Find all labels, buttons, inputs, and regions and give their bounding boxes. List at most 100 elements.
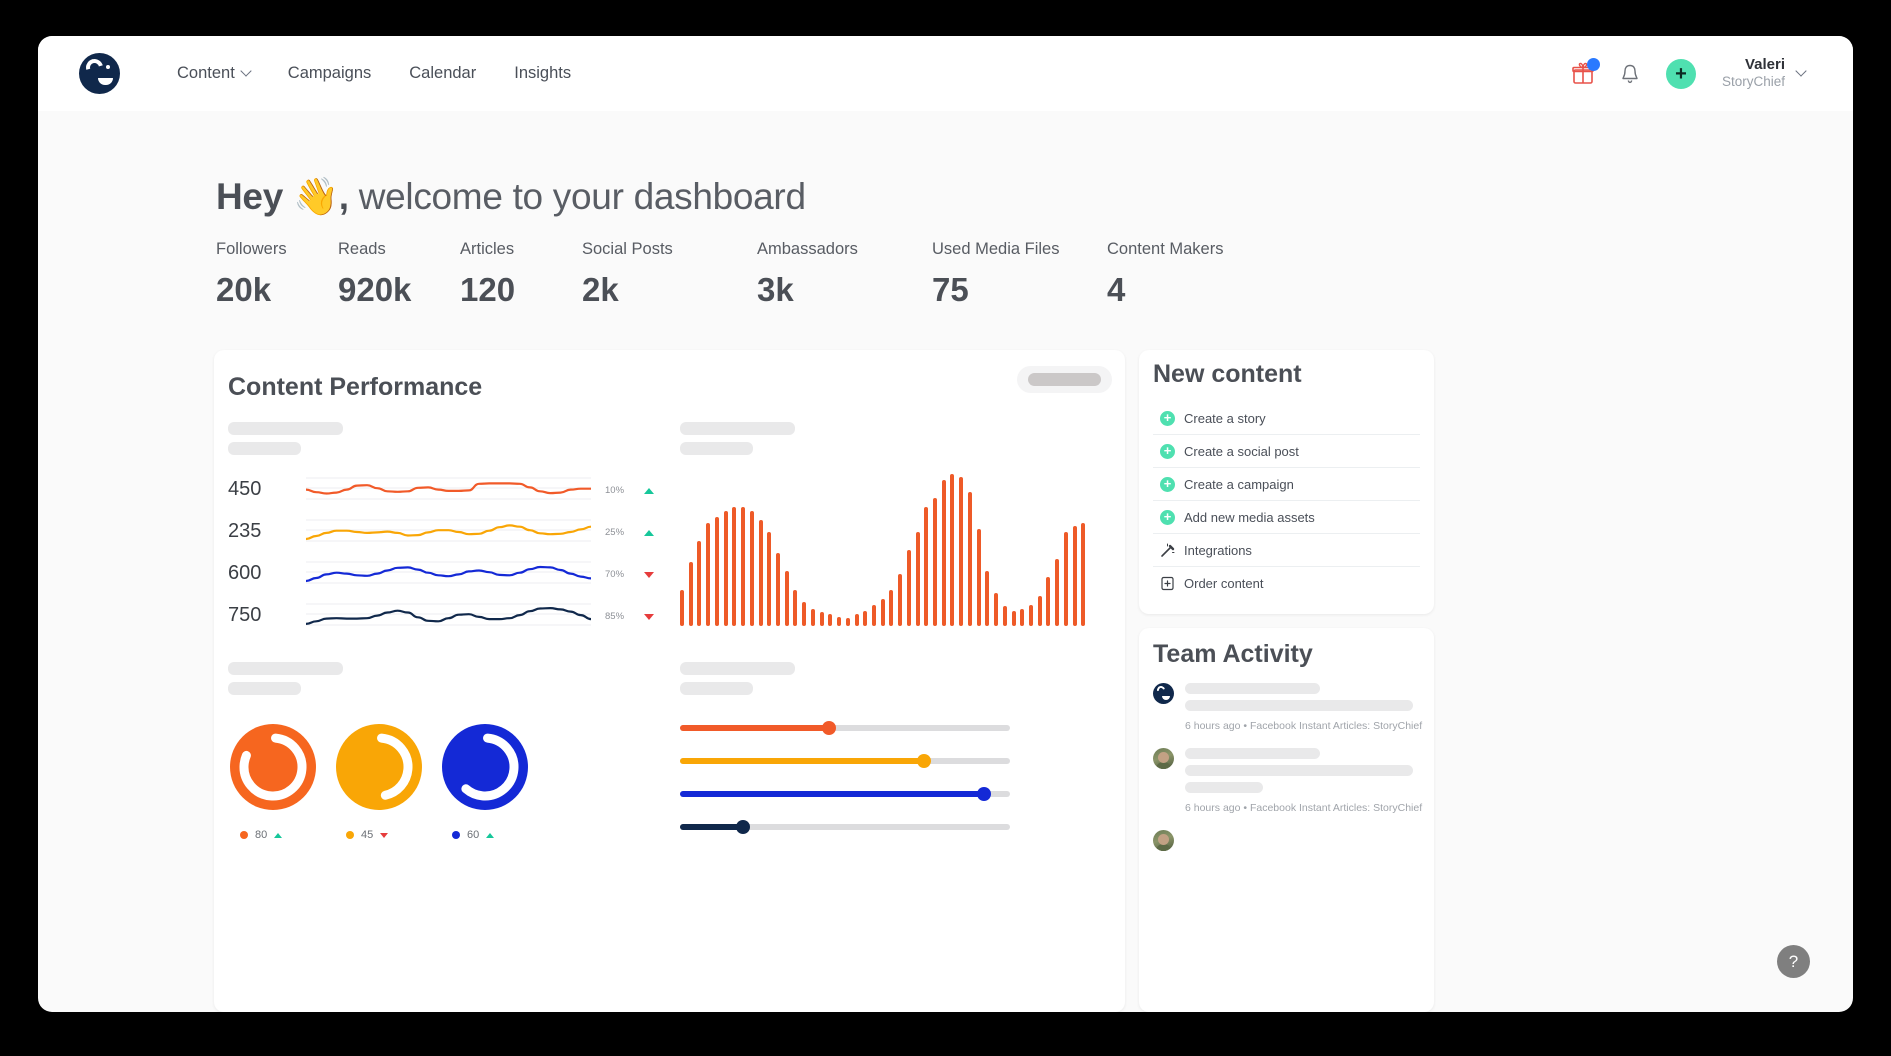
bar [1064,532,1068,626]
progress-slider[interactable] [680,823,1010,831]
sparkline-chart [306,474,591,504]
activity-meta: 6 hours ago • Facebook Instant Articles:… [1185,802,1423,814]
donut-value: 60 [467,829,479,841]
new-content-list: + Create a story +Create a social post+Cre… [1153,402,1420,600]
stat-label: Social Posts [582,240,757,259]
stat-value: 75 [932,271,1107,309]
user-name: Valeri [1722,56,1785,75]
user-menu[interactable]: Valeri StoryChief [1722,56,1805,92]
new-content-item[interactable]: +Add new media assets [1153,501,1420,534]
bar [1038,596,1042,626]
new-content-item[interactable]: Integrations [1153,534,1420,567]
top-navbar: Content Campaigns Calendar Insights [38,36,1853,111]
bar [811,609,815,626]
bar [950,474,954,626]
sparklines-panel: 45010%23525%60070%75085% [228,416,668,646]
date-range-selector[interactable] [1017,366,1112,393]
donut-chart [442,724,528,810]
team-activity-item[interactable]: 6 hours ago • Facebook Instant Articles:… [1153,748,1423,814]
create-new-button[interactable]: + [1666,59,1696,89]
skeleton-line [1185,683,1320,694]
donut-legend: 45 [346,829,438,841]
bar [898,574,902,626]
bar [828,614,832,626]
bar-chart [680,474,1090,626]
card-title: Team Activity [1153,640,1313,669]
sparkline-value-label: 235 [228,520,283,543]
nav-item-campaigns[interactable]: Campaigns [288,64,371,83]
progress-slider[interactable] [680,790,1010,798]
chevron-down-icon [240,65,251,76]
sparkline-chart [306,516,591,546]
progress-slider[interactable] [680,757,1010,765]
new-content-item-label: Create a story [1184,411,1266,426]
team-activity-item[interactable]: 6 hours ago • Facebook Instant Articles:… [1153,683,1423,732]
notification-badge-dot [1587,58,1600,71]
skeleton-line [1185,748,1320,759]
plus-circle-icon: + [1160,477,1175,492]
slider-knob[interactable] [822,721,836,735]
progress-slider[interactable] [680,724,1010,732]
bar [1012,611,1016,626]
sparkline-row: 75085% [228,600,658,635]
legend-dot [346,831,354,839]
placeholder-pill [1028,373,1101,386]
trend-down-icon [380,833,388,838]
team-activity-list: 6 hours ago • Facebook Instant Articles:… [1153,683,1423,867]
plus-circle-icon: + [1160,411,1175,426]
stat-reads: Reads 920k [338,240,460,309]
bar [907,550,911,626]
team-activity-item[interactable] [1153,830,1423,851]
slider-knob[interactable] [977,787,991,801]
bar [724,511,728,627]
stat-used-media-files: Used Media Files 75 [932,240,1107,309]
nav-item-insights[interactable]: Insights [514,64,571,83]
skeleton-line [228,422,343,435]
histogram-panel [680,416,1110,646]
skeleton-line [1185,700,1413,711]
new-content-item[interactable]: +Create a social post [1153,435,1420,468]
slider-knob[interactable] [736,820,750,834]
storychief-logo-icon[interactable] [79,53,120,94]
new-content-item[interactable]: Order content [1153,567,1420,600]
content-performance-card: Content Performance 45010%23525%60070%75… [214,350,1125,1012]
trend-down-icon [644,614,654,620]
sparkline-delta-label: 70% [605,569,624,580]
skeleton-line [228,682,301,695]
stat-value: 3k [757,271,932,309]
bar [732,507,736,626]
nav-item-content[interactable]: Content [177,64,250,83]
primary-nav: Content Campaigns Calendar Insights [177,64,571,83]
bar [706,523,710,626]
help-button[interactable]: ? [1777,945,1810,978]
donuts-panel: 804560 [228,656,668,876]
bar [924,507,928,626]
document-plus-icon [1160,576,1175,591]
bar [837,617,841,626]
donut-gauge: 60 [442,724,544,841]
slider-fill [680,758,924,764]
skeleton-line [1185,765,1413,776]
stat-label: Followers [216,240,338,259]
slider-knob[interactable] [917,754,931,768]
bell-icon[interactable] [1620,63,1640,85]
nav-item-calendar[interactable]: Calendar [409,64,476,83]
gift-icon[interactable] [1572,62,1594,86]
bar [750,511,754,627]
new-content-item[interactable]: + Create a story [1153,402,1420,435]
plus-icon: + [1675,64,1687,84]
sparkline-delta-label: 85% [605,611,624,622]
new-content-item-label: Order content [1184,576,1264,591]
slider-fill [680,725,829,731]
sparkline-row: 45010% [228,474,658,509]
slider-fill [680,824,743,830]
bar [759,520,763,626]
sparkline-value-label: 600 [228,562,283,585]
bar [855,614,859,626]
new-content-item[interactable]: +Create a campaign [1153,468,1420,501]
stats-row: Followers 20k Reads 920k Articles 120 So… [216,240,1282,309]
question-mark-icon: ? [1789,952,1798,972]
new-content-item-label: Integrations [1184,543,1252,558]
sparkline-row: 600 70% [228,558,658,593]
skeleton-line [228,442,301,455]
